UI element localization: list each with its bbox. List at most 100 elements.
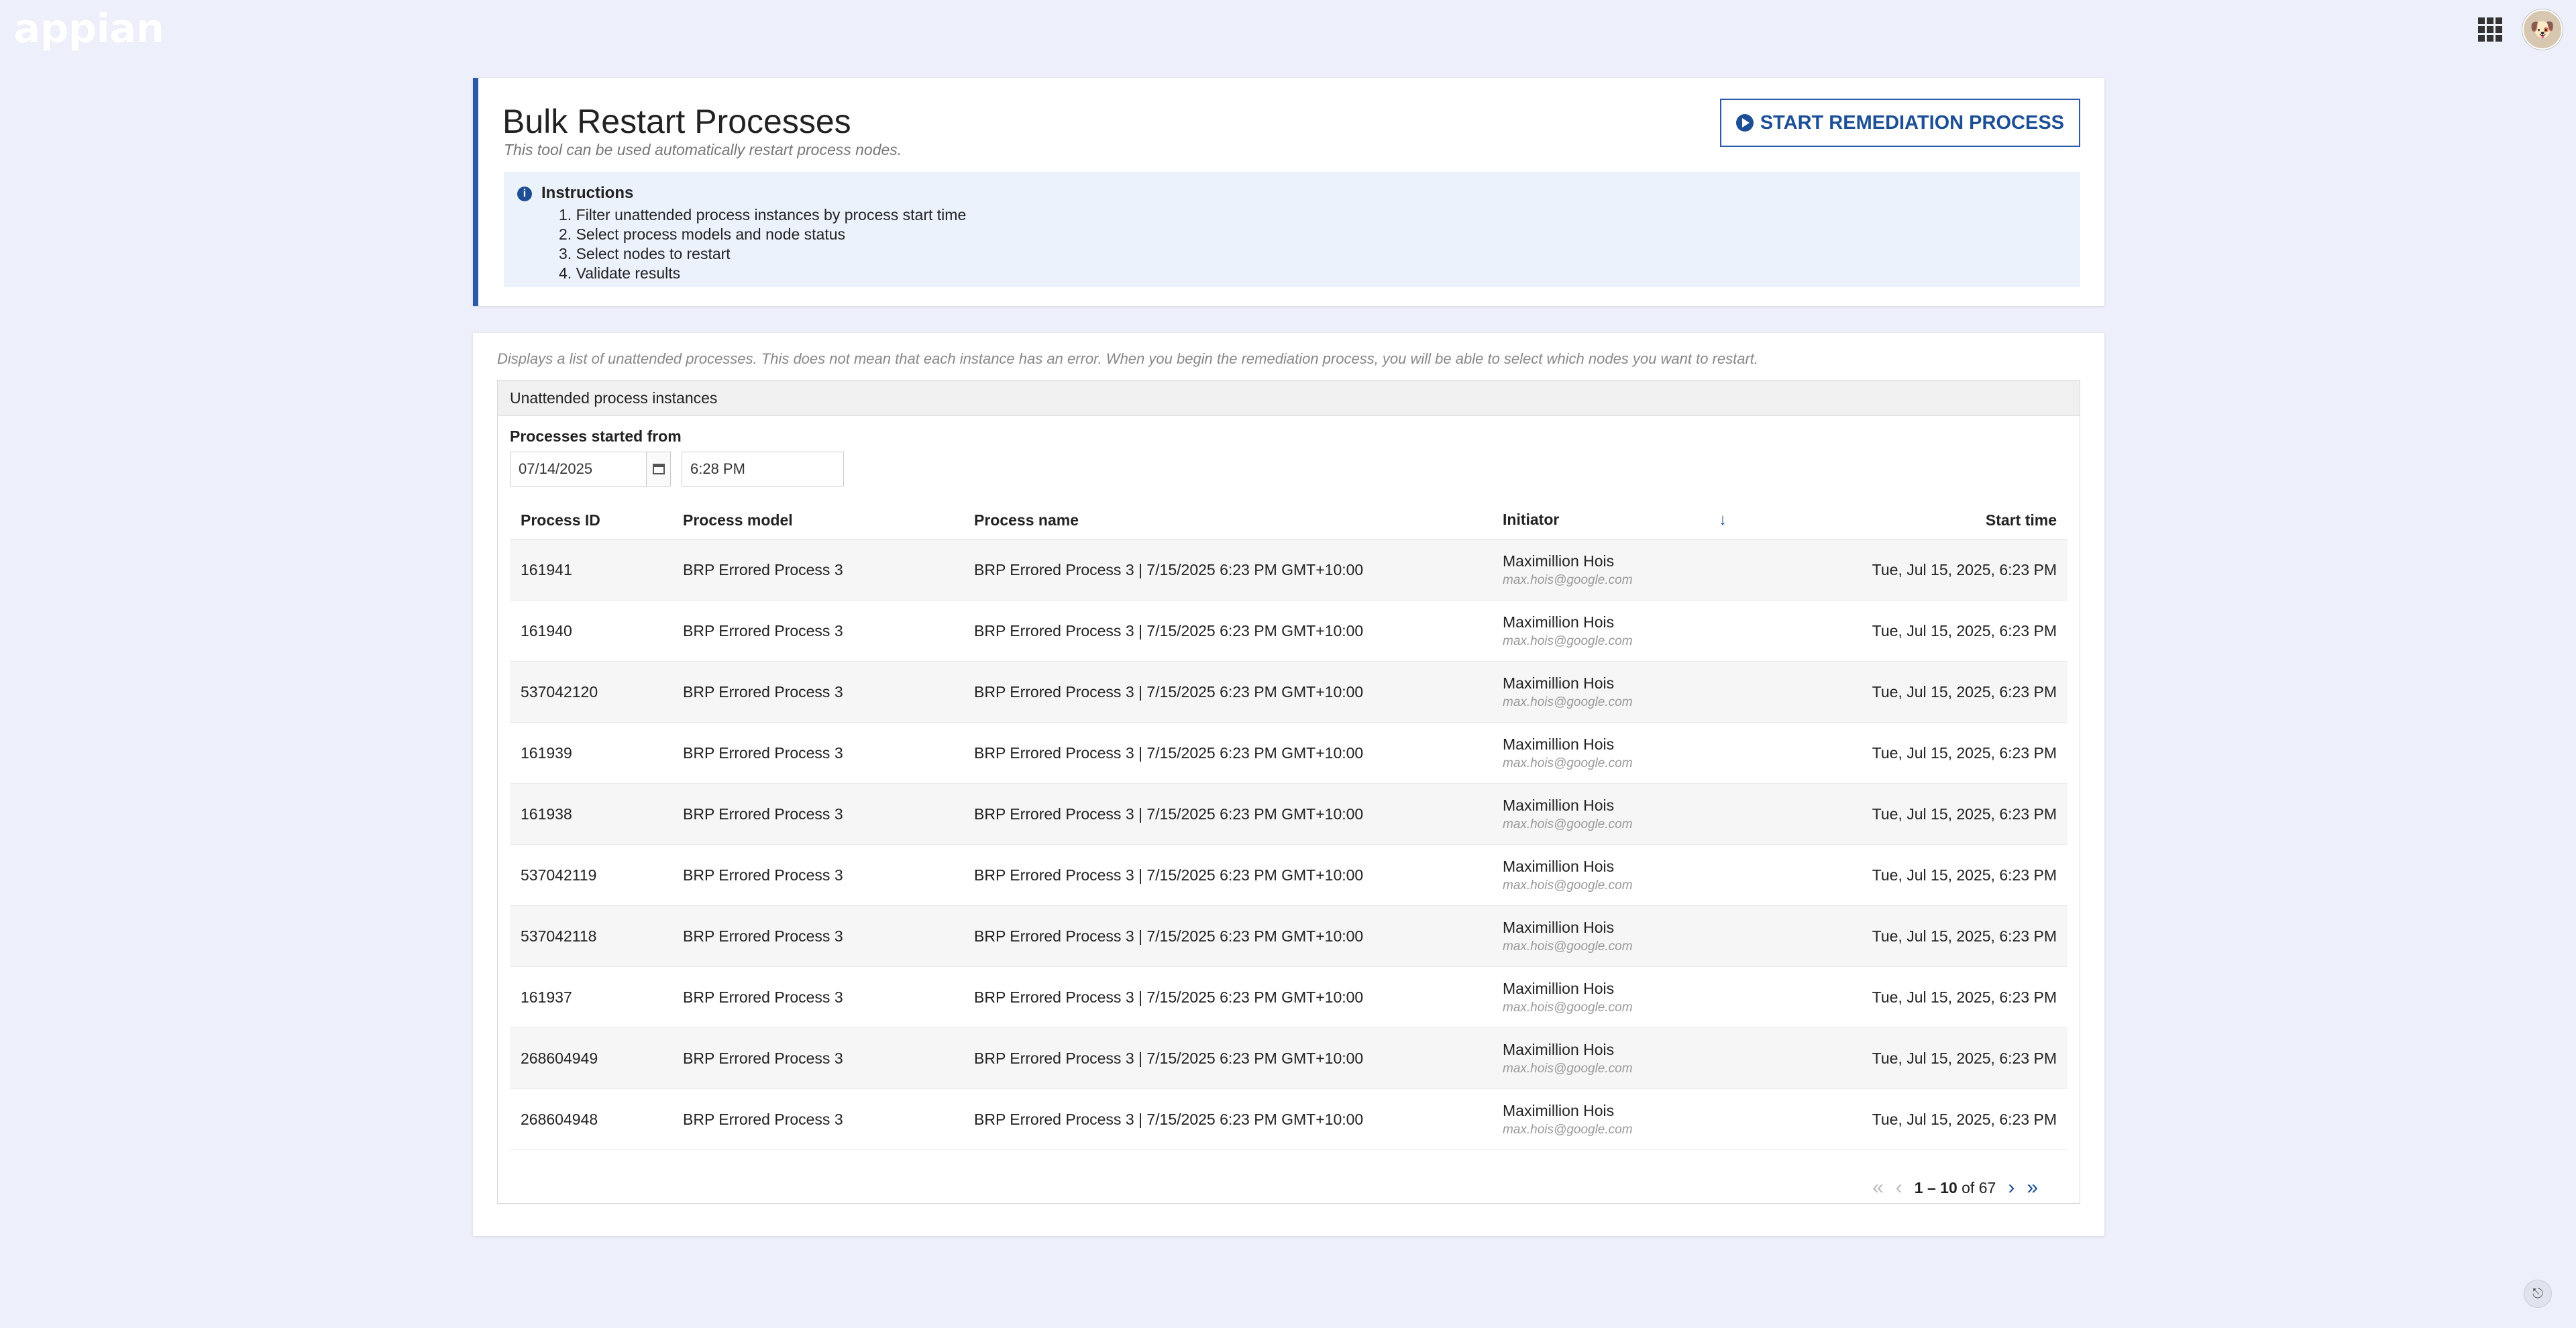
- cell-process-name: BRP Errored Process 3 | 7/15/2025 6:23 P…: [963, 661, 1492, 723]
- cell-start-time: Tue, Jul 15, 2025, 6:23 PM: [1737, 539, 2068, 601]
- instruction-item: 4. Validate results: [559, 264, 681, 282]
- page-of: of: [1962, 1178, 1975, 1196]
- cell-process-name: BRP Errored Process 3 | 7/15/2025 6:23 P…: [963, 844, 1492, 906]
- cell-process-model: BRP Errored Process 3: [672, 722, 963, 784]
- table-row[interactable]: 268604948 BRP Errored Process 3 BRP Errore…: [510, 1088, 2068, 1150]
- cell-process-model: BRP Errored Process 3: [672, 661, 963, 723]
- intro-card: Bulk Restart Processes This tool can be …: [473, 78, 2104, 306]
- col-process-id[interactable]: Process ID: [510, 501, 672, 540]
- prev-page-icon[interactable]: ‹: [1896, 1176, 1902, 1199]
- col-initiator[interactable]: Initiator ↓: [1492, 501, 1737, 540]
- table-row[interactable]: 537042118 BRP Errored Process 3 BRP Errore…: [510, 905, 2068, 967]
- cell-start-time: Tue, Jul 15, 2025, 6:23 PM: [1737, 844, 2068, 906]
- initiator-email: max.hois@google.com: [1503, 633, 1633, 648]
- start-remediation-button[interactable]: START REMEDIATION PROCESS: [1719, 99, 2080, 147]
- col-process-name[interactable]: Process name: [963, 501, 1492, 540]
- initiator-name: Maximillion Hois: [1503, 1040, 1615, 1058]
- cell-start-time: Tue, Jul 15, 2025, 6:23 PM: [1737, 661, 2068, 723]
- cell-process-model: BRP Errored Process 3: [672, 1027, 963, 1089]
- col-start-time[interactable]: Start time: [1737, 501, 2068, 540]
- cell-initiator: Maximillion Hois max.hois@google.com: [1492, 966, 1737, 1028]
- cell-start-time: Tue, Jul 15, 2025, 6:23 PM: [1737, 783, 2068, 845]
- initiator-email: max.hois@google.com: [1503, 756, 1633, 770]
- cell-start-time: Tue, Jul 15, 2025, 6:23 PM: [1737, 1088, 2068, 1150]
- initiator-email: max.hois@google.com: [1503, 1000, 1633, 1015]
- cell-process-name: BRP Errored Process 3 | 7/15/2025 6:23 P…: [963, 722, 1492, 784]
- table-header-row: Process ID Process model Process name In…: [510, 501, 2068, 540]
- cell-process-id: 161938: [510, 783, 672, 845]
- cell-process-id: 161941: [510, 539, 672, 601]
- instances-card: Displays a list of unattended processes.…: [473, 333, 2104, 1236]
- header-actions: 🐶: [2478, 9, 2563, 50]
- initiator-email: max.hois@google.com: [1503, 939, 1633, 954]
- cell-start-time: Tue, Jul 15, 2025, 6:23 PM: [1737, 905, 2068, 967]
- time-input[interactable]: [682, 452, 839, 486]
- instructions-list: 1. Filter unattended process instances b…: [559, 205, 966, 283]
- initiator-name: Maximillion Hois: [1503, 979, 1615, 997]
- table-row[interactable]: 161940 BRP Errored Process 3 BRP Errored P…: [510, 600, 2068, 662]
- cell-process-id: 537042120: [510, 661, 672, 723]
- cell-process-id: 161937: [510, 966, 672, 1028]
- next-page-icon[interactable]: ›: [2008, 1176, 2015, 1199]
- cell-initiator: Maximillion Hois max.hois@google.com: [1492, 600, 1737, 662]
- instruction-item: 2. Select process models and node status: [559, 225, 846, 243]
- initiator-name: Maximillion Hois: [1503, 735, 1615, 753]
- cell-process-model: BRP Errored Process 3: [672, 1088, 963, 1150]
- cell-process-id: 537042118: [510, 905, 672, 967]
- table-row[interactable]: 161937 BRP Errored Process 3 BRP Errored P…: [510, 966, 2068, 1028]
- table-row[interactable]: 161939 BRP Errored Process 3 BRP Errored P…: [510, 722, 2068, 784]
- instruction-item: 3. Select nodes to restart: [559, 245, 731, 262]
- cell-initiator: Maximillion Hois max.hois@google.com: [1492, 661, 1737, 723]
- initiator-email: max.hois@google.com: [1503, 572, 1633, 587]
- table-row[interactable]: 537042120 BRP Errored Process 3 BRP Errore…: [510, 661, 2068, 723]
- filter-label: Processes started from: [510, 427, 682, 445]
- initiator-email: max.hois@google.com: [1503, 878, 1633, 892]
- appian-logo[interactable]: appian: [13, 5, 164, 52]
- last-page-icon[interactable]: »: [2027, 1176, 2038, 1199]
- cell-process-name: BRP Errored Process 3 | 7/15/2025 6:23 P…: [963, 600, 1492, 662]
- instances-table: Process ID Process model Process name In…: [510, 501, 2068, 1150]
- cell-process-id: 161940: [510, 600, 672, 662]
- table-row[interactable]: 161941 BRP Errored Process 3 BRP Errored P…: [510, 539, 2068, 601]
- table-row[interactable]: 161938 BRP Errored Process 3 BRP Errored P…: [510, 783, 2068, 845]
- calendar-button[interactable]: [646, 452, 670, 486]
- cell-process-model: BRP Errored Process 3: [672, 905, 963, 967]
- initiator-name: Maximillion Hois: [1503, 1101, 1615, 1119]
- page-title: Bulk Restart Processes: [502, 103, 851, 140]
- initiator-name: Maximillion Hois: [1503, 796, 1615, 814]
- initiator-email: max.hois@google.com: [1503, 1061, 1633, 1076]
- col-process-model[interactable]: Process model: [672, 501, 963, 540]
- cell-process-name: BRP Errored Process 3 | 7/15/2025 6:23 P…: [963, 1088, 1492, 1150]
- sort-down-icon[interactable]: ↓: [1719, 511, 1727, 529]
- cell-process-model: BRP Errored Process 3: [672, 783, 963, 845]
- date-picker: [510, 452, 671, 487]
- user-avatar[interactable]: 🐶: [2522, 9, 2563, 50]
- cell-initiator: Maximillion Hois max.hois@google.com: [1492, 539, 1737, 601]
- cell-initiator: Maximillion Hois max.hois@google.com: [1492, 783, 1737, 845]
- first-page-icon[interactable]: «: [1872, 1176, 1884, 1199]
- initiator-email: max.hois@google.com: [1503, 1122, 1633, 1137]
- cell-start-time: Tue, Jul 15, 2025, 6:23 PM: [1737, 600, 2068, 662]
- info-icon: i: [517, 187, 532, 201]
- table-row[interactable]: 268604949 BRP Errored Process 3 BRP Errore…: [510, 1027, 2068, 1089]
- cell-process-id: 537042119: [510, 844, 672, 906]
- cell-process-name: BRP Errored Process 3 | 7/15/2025 6:23 P…: [963, 905, 1492, 967]
- panel-title: Unattended process instances: [498, 380, 2080, 416]
- cell-process-id: 268604949: [510, 1027, 672, 1089]
- feedback-icon[interactable]: ⎋: [2524, 1280, 2552, 1308]
- page-subtitle: This tool can be used automatically rest…: [504, 141, 902, 158]
- cell-start-time: Tue, Jul 15, 2025, 6:23 PM: [1737, 966, 2068, 1028]
- date-input[interactable]: [511, 452, 646, 486]
- cell-initiator: Maximillion Hois max.hois@google.com: [1492, 844, 1737, 906]
- cell-process-id: 268604948: [510, 1088, 672, 1150]
- play-circle-icon: [1735, 114, 1754, 132]
- cell-process-name: BRP Errored Process 3 | 7/15/2025 6:23 P…: [963, 966, 1492, 1028]
- cell-process-name: BRP Errored Process 3 | 7/15/2025 6:23 P…: [963, 783, 1492, 845]
- initiator-email: max.hois@google.com: [1503, 695, 1633, 709]
- cell-initiator: Maximillion Hois max.hois@google.com: [1492, 905, 1737, 967]
- apps-grid-icon[interactable]: [2478, 17, 2502, 42]
- initiator-name: Maximillion Hois: [1503, 857, 1615, 875]
- instances-description: Displays a list of unattended processes.…: [497, 350, 1759, 367]
- table-row[interactable]: 537042119 BRP Errored Process 3 BRP Errore…: [510, 844, 2068, 906]
- cell-process-id: 161939: [510, 722, 672, 784]
